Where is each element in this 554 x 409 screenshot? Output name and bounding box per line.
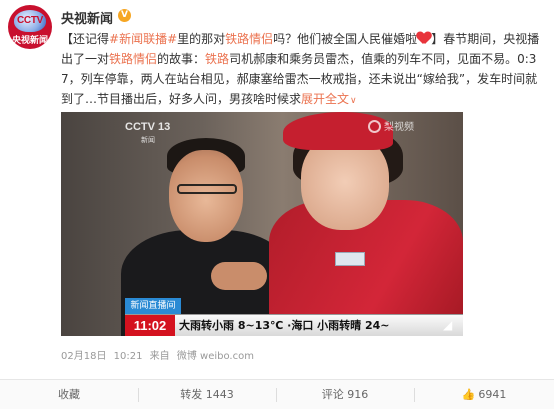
action-bar: 收藏 转发 1443 评论 916 👍 6941 bbox=[0, 379, 554, 409]
repost-button[interactable]: 转发 1443 bbox=[138, 380, 276, 409]
post-source[interactable]: 微博 weibo.com bbox=[177, 351, 254, 362]
keyword-link[interactable]: 铁路 bbox=[205, 52, 229, 66]
keyword-link[interactable]: 铁路情侣 bbox=[109, 52, 157, 66]
news-tag: 新闻直播间 bbox=[125, 298, 181, 314]
text-part: 吗？他们被全国人民催婚啦 bbox=[273, 32, 418, 46]
weibo-post-card: CCTV 央视新闻 央视新闻 V 【还记得#新闻联播#里的那对铁路情侣吗？他们被… bbox=[0, 0, 554, 409]
post-meta: 02月18日 10:21 来自 微博 weibo.com bbox=[61, 347, 258, 362]
ticker-time: 11:02 bbox=[125, 315, 175, 336]
channel-sub: 新闻 bbox=[141, 136, 155, 144]
ticker-text: 大雨转小雨 8~13℃ ·海口 小雨转晴 24~ bbox=[179, 319, 390, 332]
channel-logo: CCTV 13 bbox=[125, 121, 171, 133]
heart-emoji-icon bbox=[417, 32, 431, 45]
repost-label: 转发 1443 bbox=[180, 388, 234, 401]
post-date[interactable]: 02月18日 bbox=[61, 351, 106, 362]
post-time[interactable]: 10:21 bbox=[114, 351, 143, 362]
watermark-icon bbox=[368, 120, 381, 133]
username[interactable]: 央视新闻 bbox=[61, 8, 113, 27]
verified-badge-icon: V bbox=[118, 9, 131, 22]
watermark-text: 梨视频 bbox=[384, 122, 414, 133]
avatar-logo-text: CCTV bbox=[16, 15, 44, 26]
video-scene-badge bbox=[335, 252, 365, 266]
like-count: 6941 bbox=[478, 388, 507, 401]
text-part: 的故事： bbox=[157, 52, 206, 66]
like-button[interactable]: 👍 6941 bbox=[414, 380, 554, 409]
video-scene-man-face bbox=[169, 150, 243, 242]
video-scene-man-glasses bbox=[177, 184, 237, 194]
text-part: 里的那对 bbox=[177, 32, 226, 46]
video-player[interactable]: CCTV 13 新闻 梨视频 新闻直播间 11:02 大雨转小雨 8~13℃ ·… bbox=[61, 112, 463, 336]
news-ticker: 11:02 大雨转小雨 8~13℃ ·海口 小雨转晴 24~ bbox=[125, 314, 463, 336]
favorite-button[interactable]: 收藏 bbox=[0, 380, 138, 409]
comment-label: 评论 916 bbox=[321, 388, 369, 401]
keyword-link[interactable]: 铁路情侣 bbox=[225, 32, 273, 46]
comment-button[interactable]: 评论 916 bbox=[276, 380, 414, 409]
avatar-name-text: 央视新闻 bbox=[11, 36, 48, 46]
post-text: 【还记得#新闻联播#里的那对铁路情侣吗？他们被全国人民催婚啦 】春节期间，央视播出… bbox=[61, 29, 545, 111]
video-scene-hands bbox=[211, 262, 267, 290]
text-part: 【还记得 bbox=[61, 32, 110, 46]
source-prefix: 来自 bbox=[149, 351, 170, 362]
expand-full-text-link[interactable]: 展开全文∨ bbox=[301, 92, 357, 106]
avatar[interactable]: CCTV 央视新闻 bbox=[8, 5, 52, 49]
thumbs-up-icon: 👍 bbox=[461, 388, 476, 401]
chevron-down-icon: ∨ bbox=[350, 96, 357, 106]
favorite-label: 收藏 bbox=[58, 388, 80, 401]
hashtag-link[interactable]: #新闻联播# bbox=[109, 32, 177, 46]
expand-video-icon[interactable]: ◢ bbox=[443, 318, 457, 332]
